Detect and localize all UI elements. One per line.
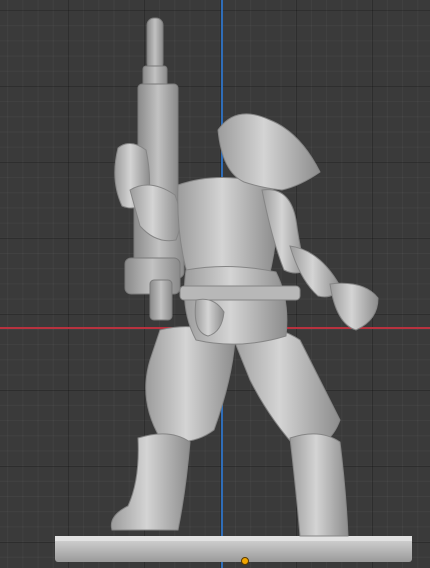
3d-viewport[interactable] bbox=[0, 0, 430, 568]
origin-marker[interactable] bbox=[241, 557, 249, 565]
character-model[interactable] bbox=[0, 0, 430, 568]
legs bbox=[110, 326, 349, 537]
model-base bbox=[55, 536, 412, 562]
